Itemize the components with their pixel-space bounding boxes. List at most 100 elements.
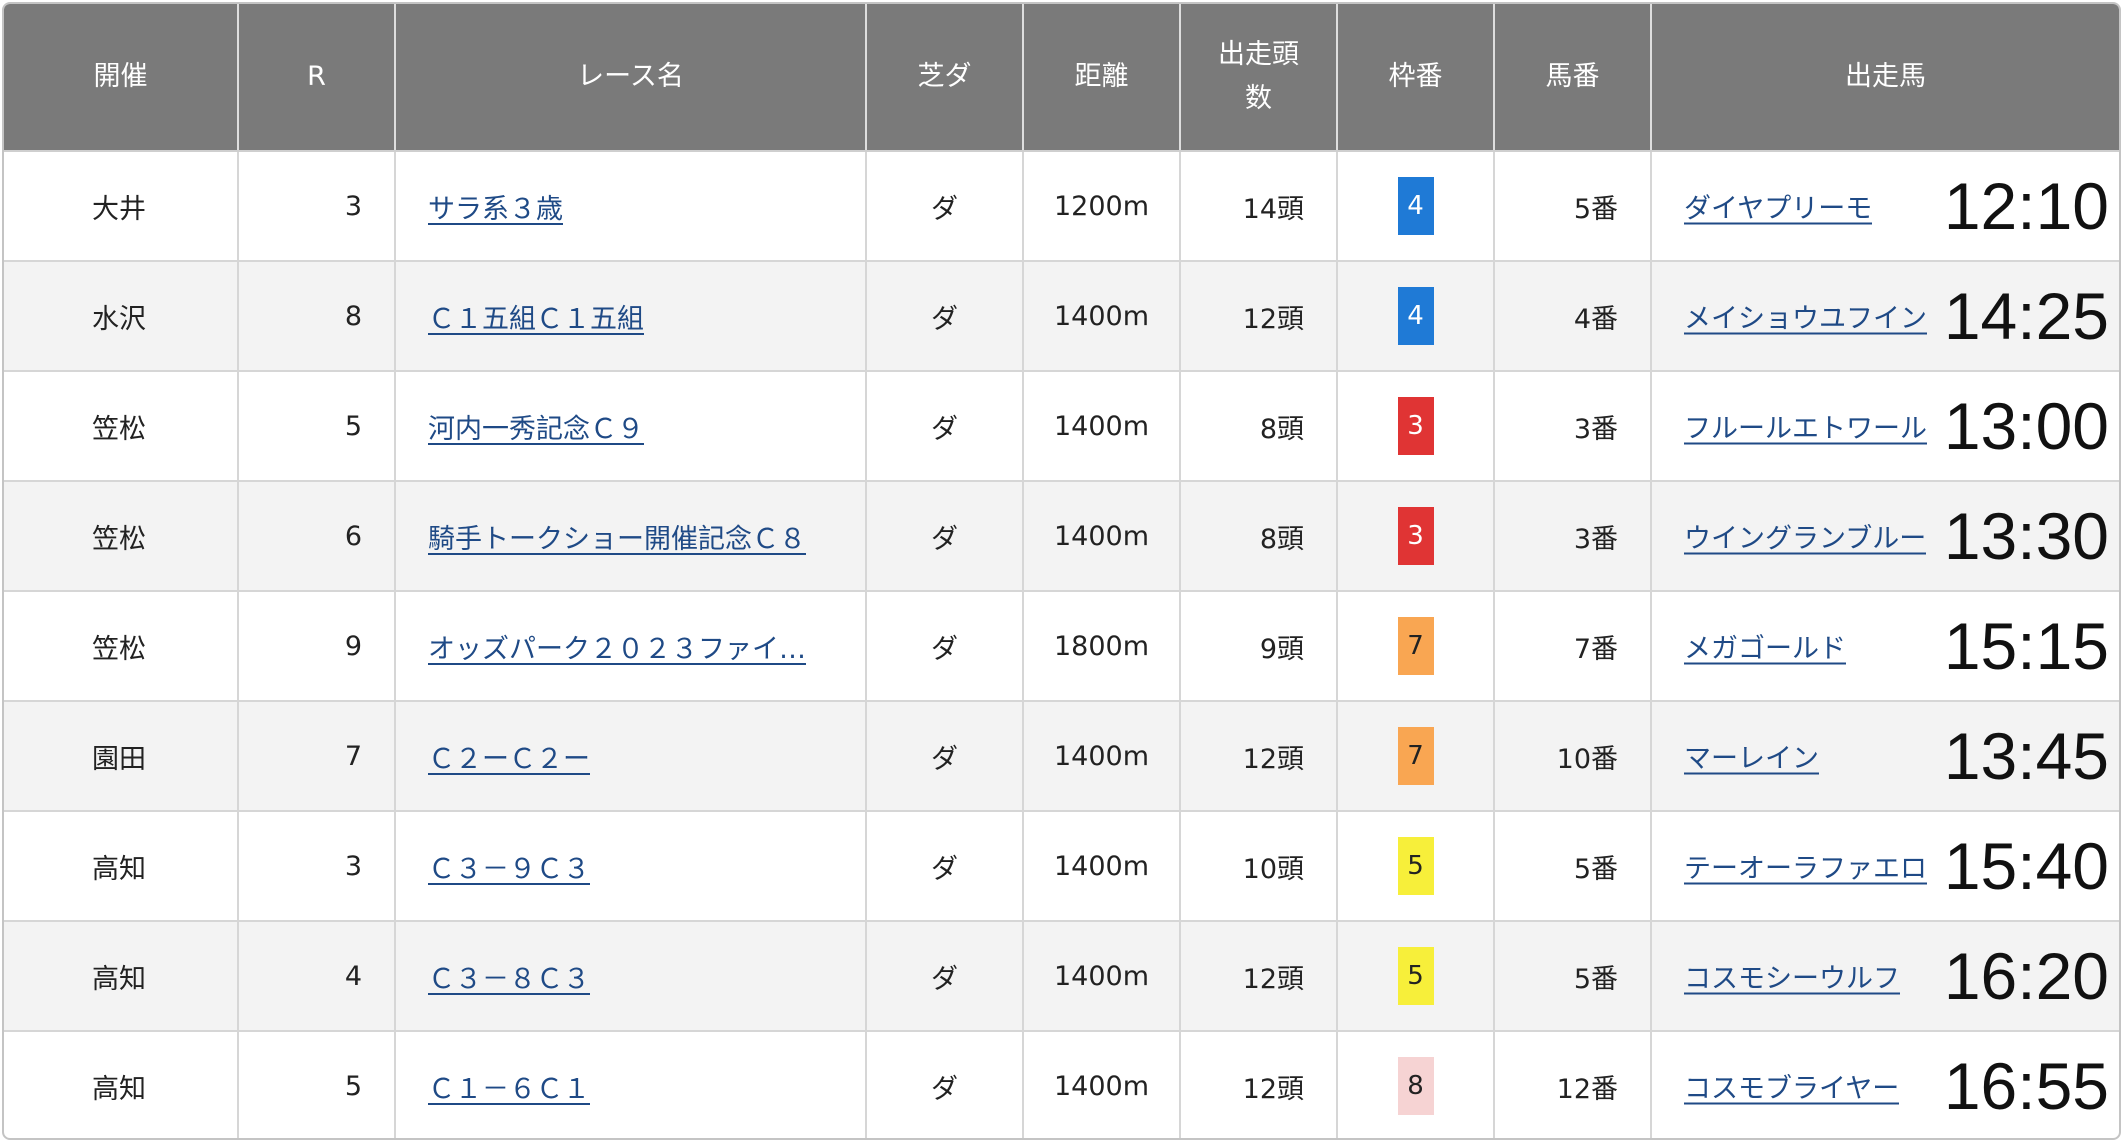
- frame-cell: 7: [1337, 591, 1495, 702]
- venue-cell: 笠松: [4, 371, 239, 482]
- header-frame: 枠番: [1337, 4, 1495, 152]
- table-row: 高知 3 Ｃ３－９Ｃ３ ダ 1400m 10頭 5 5番 テーオーラファエロ 1…: [4, 811, 2119, 922]
- table-row: 高知 4 Ｃ３－８Ｃ３ ダ 1400m 12頭 5 5番 コスモシーウルフ 16…: [4, 921, 2119, 1032]
- race-name-link[interactable]: Ｃ１－６Ｃ１: [428, 1067, 818, 1106]
- runners-cell: 12頭: [1180, 261, 1338, 372]
- horse-cell: ダイヤプリーモ 12:10: [1651, 151, 2119, 262]
- race-name-cell: Ｃ３－９Ｃ３: [395, 811, 867, 922]
- runners-cell: 12頭: [1180, 1031, 1338, 1138]
- race-name-link[interactable]: 河内一秀記念Ｃ９: [428, 407, 818, 446]
- table-row: 高知 5 Ｃ１－６Ｃ１ ダ 1400m 12頭 8 12番 コスモブライヤー 1…: [4, 1031, 2119, 1138]
- race-name-cell: Ｃ３－８Ｃ３: [395, 921, 867, 1032]
- post-time: 15:15: [1943, 609, 2109, 683]
- horse-cell: コスモブライヤー 16:55: [1651, 1031, 2119, 1138]
- race-name-cell: サラ系３歳: [395, 151, 867, 262]
- frame-badge: 8: [1397, 1057, 1434, 1115]
- horse-name-link[interactable]: メガゴールド: [1684, 627, 1846, 666]
- race-number-cell: 8: [238, 261, 396, 372]
- header-distance: 距離: [1023, 4, 1181, 152]
- frame-badge: 7: [1397, 727, 1434, 785]
- horse-number-cell: 7番: [1494, 591, 1652, 702]
- table-row: 笠松 9 オッズパーク２０２３ファイ… ダ 1800m 9頭 7 7番 メガゴー…: [4, 591, 2119, 702]
- frame-badge: 4: [1397, 287, 1434, 345]
- header-runners: 出走頭 数: [1180, 4, 1338, 152]
- frame-badge: 7: [1397, 617, 1434, 675]
- header-surface: 芝ダ: [866, 4, 1024, 152]
- frame-cell: 7: [1337, 701, 1495, 812]
- frame-cell: 4: [1337, 151, 1495, 262]
- race-number-cell: 3: [238, 811, 396, 922]
- race-number-cell: 5: [238, 371, 396, 482]
- horse-cell: テーオーラファエロ 15:40: [1651, 811, 2119, 922]
- horse-name-link[interactable]: ウイングランブルー: [1684, 517, 1926, 556]
- header-race-number: R: [238, 4, 396, 152]
- header-venue: 開催: [4, 4, 239, 152]
- post-time: 16:55: [1943, 1049, 2109, 1123]
- race-name-link[interactable]: 騎手トークショー開催記念Ｃ８: [428, 517, 818, 556]
- header-horse-number: 馬番: [1494, 4, 1652, 152]
- runners-cell: 10頭: [1180, 811, 1338, 922]
- frame-cell: 8: [1337, 1031, 1495, 1138]
- horse-cell: コスモシーウルフ 16:20: [1651, 921, 2119, 1032]
- horse-number-cell: 5番: [1494, 151, 1652, 262]
- horse-name-link[interactable]: テーオーラファエロ: [1684, 847, 1927, 886]
- venue-cell: 笠松: [4, 591, 239, 702]
- frame-cell: 5: [1337, 811, 1495, 922]
- distance-cell: 1400m: [1023, 371, 1181, 482]
- frame-cell: 5: [1337, 921, 1495, 1032]
- race-name-link[interactable]: オッズパーク２０２３ファイ…: [428, 627, 818, 666]
- surface-cell: ダ: [866, 811, 1024, 922]
- runners-cell: 9頭: [1180, 591, 1338, 702]
- race-table: 開催 R レース名 芝ダ 距離 出走頭 数 枠番 馬番 出走馬 大井 3 サラ系…: [2, 2, 2121, 1140]
- horse-number-cell: 4番: [1494, 261, 1652, 372]
- horse-cell: ウイングランブルー 13:30: [1651, 481, 2119, 592]
- horse-number-cell: 3番: [1494, 371, 1652, 482]
- race-name-link[interactable]: サラ系３歳: [428, 187, 818, 226]
- surface-cell: ダ: [866, 591, 1024, 702]
- surface-cell: ダ: [866, 481, 1024, 592]
- post-time: 15:40: [1943, 829, 2109, 903]
- table-row: 水沢 8 Ｃ１五組Ｃ１五組 ダ 1400m 12頭 4 4番 メイショウユフイン…: [4, 261, 2119, 372]
- race-number-cell: 7: [238, 701, 396, 812]
- frame-cell: 3: [1337, 481, 1495, 592]
- post-time: 13:45: [1943, 719, 2109, 793]
- horse-name-link[interactable]: コスモシーウルフ: [1684, 957, 1900, 996]
- horse-name-link[interactable]: マーレイン: [1684, 737, 1819, 776]
- runners-cell: 8頭: [1180, 481, 1338, 592]
- horse-number-cell: 3番: [1494, 481, 1652, 592]
- race-name-link[interactable]: Ｃ１五組Ｃ１五組: [428, 297, 818, 336]
- horse-name-link[interactable]: ダイヤプリーモ: [1684, 187, 1872, 226]
- post-time: 12:10: [1943, 169, 2109, 243]
- race-name-link[interactable]: Ｃ３－８Ｃ３: [428, 957, 818, 996]
- table-row: 笠松 5 河内一秀記念Ｃ９ ダ 1400m 8頭 3 3番 フルールエトワール …: [4, 371, 2119, 482]
- post-time: 13:30: [1943, 499, 2109, 573]
- race-name-link[interactable]: Ｃ２ーＣ２ー: [428, 737, 818, 776]
- distance-cell: 1400m: [1023, 701, 1181, 812]
- post-time: 16:20: [1943, 939, 2109, 1013]
- horse-name-link[interactable]: コスモブライヤー: [1684, 1067, 1899, 1106]
- race-name-cell: 河内一秀記念Ｃ９: [395, 371, 867, 482]
- distance-cell: 1200m: [1023, 151, 1181, 262]
- horse-name-link[interactable]: メイショウユフイン: [1684, 297, 1927, 336]
- venue-cell: 高知: [4, 921, 239, 1032]
- horse-number-cell: 10番: [1494, 701, 1652, 812]
- runners-cell: 12頭: [1180, 701, 1338, 812]
- surface-cell: ダ: [866, 1031, 1024, 1138]
- header-horse: 出走馬: [1651, 4, 2119, 152]
- frame-badge: 5: [1397, 947, 1434, 1005]
- race-number-cell: 4: [238, 921, 396, 1032]
- frame-badge: 5: [1397, 837, 1434, 895]
- horse-cell: マーレイン 13:45: [1651, 701, 2119, 812]
- venue-cell: 園田: [4, 701, 239, 812]
- horse-cell: フルールエトワール 13:00: [1651, 371, 2119, 482]
- race-name-link[interactable]: Ｃ３－９Ｃ３: [428, 847, 818, 886]
- runners-cell: 8頭: [1180, 371, 1338, 482]
- runners-cell: 14頭: [1180, 151, 1338, 262]
- frame-badge: 4: [1397, 177, 1434, 235]
- horse-name-link[interactable]: フルールエトワール: [1684, 407, 1927, 446]
- race-name-cell: オッズパーク２０２３ファイ…: [395, 591, 867, 702]
- frame-badge: 3: [1397, 397, 1434, 455]
- race-name-cell: 騎手トークショー開催記念Ｃ８: [395, 481, 867, 592]
- race-name-cell: Ｃ１五組Ｃ１五組: [395, 261, 867, 372]
- surface-cell: ダ: [866, 921, 1024, 1032]
